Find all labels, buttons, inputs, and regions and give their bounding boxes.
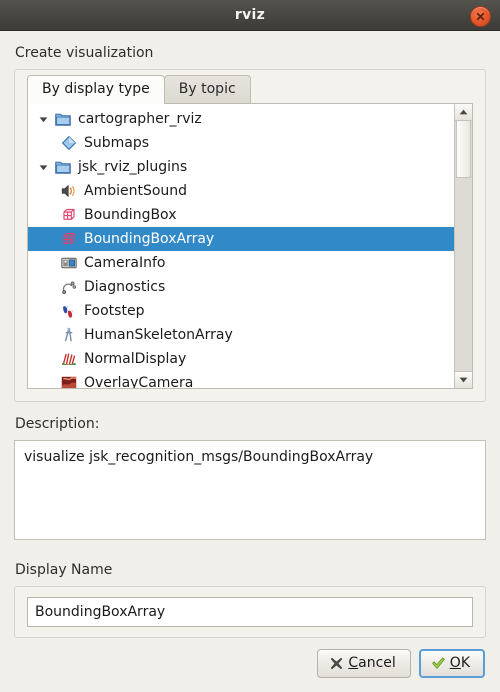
scrollbar-track[interactable] <box>455 121 472 371</box>
tab-by-display-type[interactable]: By display type <box>27 75 165 104</box>
dialog-body: Create visualization By display type By … <box>0 45 500 678</box>
folder-icon <box>52 160 74 174</box>
tree-item-label: AmbientSound <box>84 183 188 199</box>
display-name-group <box>14 586 486 638</box>
visualization-groupbox: By display type By topic cartographer_rv… <box>14 69 486 402</box>
ok-rest: K <box>460 655 470 671</box>
normal-display-icon <box>58 351 80 367</box>
bounding-box-array-icon <box>58 231 80 247</box>
diagnostics-icon <box>58 279 80 295</box>
scroll-down-icon[interactable] <box>455 371 472 388</box>
window-titlebar: rviz <box>0 0 500 31</box>
human-skeleton-icon <box>58 327 80 343</box>
tree-item-label: HumanSkeletonArray <box>84 327 233 343</box>
cancel-x-icon <box>329 656 344 671</box>
display-type-panel: cartographer_rviz Submaps jsk_rviz_plugins… <box>27 103 473 389</box>
speaker-icon <box>58 183 80 199</box>
ok-button[interactable]: OK <box>418 649 485 678</box>
display-name-label: Display Name <box>15 562 113 578</box>
overlay-camera-icon <box>58 375 80 388</box>
description-text: visualize jsk_recognition_msgs/BoundingB… <box>14 440 486 540</box>
tab-by-topic[interactable]: By topic <box>163 75 251 103</box>
window-title: rviz <box>234 7 266 23</box>
tree-item-label: BoundingBox <box>84 207 177 223</box>
camera-icon <box>58 255 80 271</box>
tree-item-label: Diagnostics <box>84 279 166 295</box>
scrollbar-thumb[interactable] <box>456 121 471 178</box>
bounding-box-icon <box>58 207 80 223</box>
tree-item[interactable]: Footstep <box>28 299 454 323</box>
tree-item-label: NormalDisplay <box>84 351 187 367</box>
tree-item-label: OverlayCamera <box>84 375 194 388</box>
tree-item-label: cartographer_rviz <box>78 111 202 127</box>
tree-item-label: CameraInfo <box>84 255 166 271</box>
tree-item-label: jsk_rviz_plugins <box>78 159 188 175</box>
tree-item[interactable]: Submaps <box>28 131 454 155</box>
cancel-rest: ancel <box>358 655 396 671</box>
footstep-icon <box>58 303 80 319</box>
tree-item[interactable]: OverlayCamera <box>28 371 454 388</box>
chevron-down-icon[interactable] <box>34 164 52 171</box>
tree-item-label: Submaps <box>84 135 150 151</box>
close-icon[interactable] <box>470 6 491 27</box>
tree-item[interactable]: CameraInfo <box>28 251 454 275</box>
check-icon <box>431 656 446 671</box>
tree-item[interactable]: cartographer_rviz <box>28 107 454 131</box>
display-type-tree[interactable]: cartographer_rviz Submaps jsk_rviz_plugins… <box>28 104 454 388</box>
dialog-button-bar: Cancel OK <box>14 649 486 678</box>
cancel-mnemonic: C <box>348 655 359 671</box>
folder-icon <box>52 112 74 126</box>
tree-item[interactable]: AmbientSound <box>28 179 454 203</box>
tree-item[interactable]: BoundingBox <box>28 203 454 227</box>
tree-item[interactable]: BoundingBoxArray <box>28 227 454 251</box>
submaps-diamond-icon <box>58 135 80 151</box>
tree-item[interactable]: NormalDisplay <box>28 347 454 371</box>
scroll-up-icon[interactable] <box>455 104 472 121</box>
tree-item-label: Footstep <box>84 303 145 319</box>
page-title: Create visualization <box>15 45 154 61</box>
display-name-input[interactable] <box>27 597 473 627</box>
ok-mnemonic: O <box>449 655 461 671</box>
tree-item[interactable]: Diagnostics <box>28 275 454 299</box>
ok-button-label: OK <box>450 655 470 671</box>
tree-vertical-scrollbar[interactable] <box>454 104 472 388</box>
tab-bar: By display type By topic <box>15 70 485 104</box>
chevron-down-icon[interactable] <box>34 116 52 123</box>
cancel-button[interactable]: Cancel <box>317 649 411 678</box>
description-label: Description: <box>15 416 100 432</box>
tree-item[interactable]: jsk_rviz_plugins <box>28 155 454 179</box>
tree-item[interactable]: HumanSkeletonArray <box>28 323 454 347</box>
cancel-button-label: Cancel <box>348 655 395 671</box>
tree-item-label: BoundingBoxArray <box>84 231 215 247</box>
